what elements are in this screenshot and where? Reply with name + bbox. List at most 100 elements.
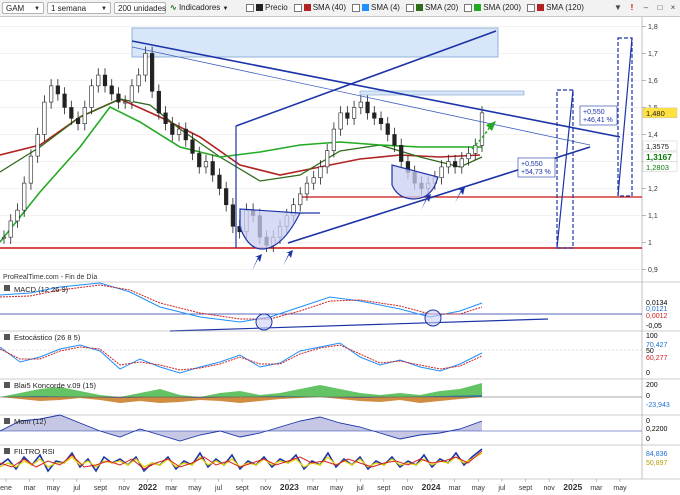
legend-swatch — [474, 4, 482, 12]
x-tick-label: mar — [307, 485, 320, 492]
stock-chart[interactable]: +0,550 +46,41 % +0,550 +54,73 % 0,9 1 1,1 1… — [0, 17, 680, 495]
y-tick-label: 1,7 — [648, 51, 658, 58]
legend-item[interactable]: SMA (40) — [293, 3, 346, 12]
candle-body — [116, 93, 121, 103]
candle-body — [62, 93, 67, 108]
legend-item[interactable]: SMA (4) — [352, 3, 400, 12]
candle-body — [143, 53, 148, 76]
readout-label: 1,3167 — [646, 152, 672, 162]
maximize-icon[interactable]: □ — [654, 2, 666, 14]
readout-label: 1,3575 — [646, 142, 669, 151]
series-legend: Precio SMA (40) SMA (4) SMA (20) SMA (200) SM… — [246, 2, 606, 14]
pane-icon[interactable] — [4, 382, 10, 388]
x-tick-label: mar — [449, 485, 462, 492]
indicators-button[interactable]: ∿ Indicadores ▼ — [170, 2, 242, 14]
candle-body — [183, 128, 188, 141]
units-select[interactable]: 200 unidades — [114, 2, 166, 14]
price-readout: 1,3167 — [642, 151, 678, 163]
candle-body — [156, 90, 161, 114]
mom-tick-1: 0 — [646, 418, 650, 425]
candle-body — [446, 161, 451, 168]
y-tick-label: 1,6 — [648, 78, 658, 85]
x-tick-label: may — [472, 485, 486, 492]
chevron-down-icon: ▼ — [222, 6, 229, 12]
mom-tick-2: 0,2200 — [646, 426, 668, 433]
candle-body — [338, 112, 343, 130]
readout-label: 1,480 — [646, 109, 665, 118]
legend-label: SMA (4) — [371, 3, 400, 12]
candle-body — [439, 166, 444, 179]
stochastic-pane: Estocástico (26 8 5) 100 70,427 50 60,27… — [0, 330, 680, 377]
legend-item[interactable]: SMA (20) — [405, 3, 458, 12]
resistance-zone-box — [131, 27, 499, 58]
candle-body — [318, 166, 323, 179]
candle-body — [42, 101, 47, 135]
dropdown-icon[interactable]: ▼ — [612, 2, 624, 14]
projection-pct-a: +46,41 % — [583, 117, 613, 124]
candle-body — [75, 117, 81, 124]
pane-icon[interactable] — [4, 448, 10, 454]
price-readout: 1,480 — [642, 107, 678, 119]
candle-body — [331, 128, 336, 152]
candle-body — [109, 85, 114, 95]
x-tick-label: nov — [544, 485, 556, 492]
close-icon[interactable]: × — [667, 2, 679, 14]
x-tick-label: mar — [24, 485, 37, 492]
pane-icon[interactable] — [4, 418, 10, 424]
chevron-down-icon: ▼ — [101, 6, 107, 12]
konc-tick-1: 200 — [646, 382, 658, 389]
toolbar: GAM ▼ 1 semana ▼ 200 unidades ∿ Indicado… — [0, 0, 680, 17]
legend-checkbox[interactable] — [246, 3, 254, 12]
legend-checkbox[interactable] — [464, 3, 473, 12]
x-tick-label: mar — [590, 485, 603, 492]
x-tick-label: 2025 — [563, 482, 582, 492]
legend-checkbox[interactable] — [405, 3, 414, 12]
legend-swatch — [415, 4, 423, 12]
readout-label: 1,2803 — [646, 163, 669, 172]
legend-item[interactable]: Precio — [246, 3, 288, 12]
time-axis[interactable]: ene mar may jul sept nov 2022 mar may jul sept nov 2… — [0, 479, 627, 492]
candle-body — [210, 161, 215, 176]
koncorde-title: Blai5 Koncorde v.09 (15) — [14, 381, 96, 390]
x-tick-label: mar — [165, 485, 178, 492]
candle-body — [385, 123, 390, 135]
x-tick-label: jul — [72, 485, 80, 492]
legend-swatch — [256, 4, 263, 12]
timeframe-select[interactable]: 1 semana ▼ — [47, 2, 111, 14]
rsi-filter-pane: FILTRO RSI 84,836 50,897 — [0, 444, 680, 473]
candle-body — [392, 134, 397, 146]
pane-icon[interactable] — [4, 285, 10, 291]
x-tick-label: may — [188, 485, 202, 492]
legend-checkbox[interactable] — [527, 3, 536, 12]
legend-checkbox[interactable] — [352, 3, 361, 12]
legend-item[interactable]: SMA (200) — [464, 3, 521, 12]
x-tick-label: 2023 — [280, 482, 299, 492]
candle-body — [304, 182, 310, 195]
candle-body — [345, 112, 350, 119]
legend-checkbox[interactable] — [293, 3, 302, 12]
resistance-zone-thin — [359, 90, 525, 96]
stoch-tick-5: 0 — [646, 370, 650, 377]
x-tick-label: 2024 — [422, 482, 441, 492]
stoch-tick-3: 50 — [646, 348, 654, 355]
projection-label-b: +0,550 +54,73 % — [517, 157, 556, 178]
legend-item[interactable]: SMA (120) — [527, 3, 584, 12]
alert-icon[interactable]: ! — [626, 2, 638, 14]
candle-body — [203, 161, 209, 168]
candle-body — [96, 74, 101, 87]
candle-body — [150, 53, 155, 92]
symbol-label: GAM — [6, 4, 25, 13]
stoch-tick-1: 100 — [646, 333, 658, 340]
minimize-icon[interactable]: – — [640, 2, 652, 14]
symbol-select[interactable]: GAM ▼ — [2, 2, 44, 14]
y-tick-label: 1 — [648, 240, 652, 247]
candle-body — [35, 134, 40, 157]
mom-tick-3: 0 — [646, 436, 650, 443]
rsi-tick-2: 50,897 — [646, 460, 668, 467]
pane-icon[interactable] — [4, 334, 10, 340]
candle-body — [217, 174, 222, 189]
candle-body — [378, 117, 384, 124]
x-tick-label: sept — [236, 485, 249, 492]
candle-body — [311, 177, 316, 184]
candle-body — [8, 220, 13, 238]
